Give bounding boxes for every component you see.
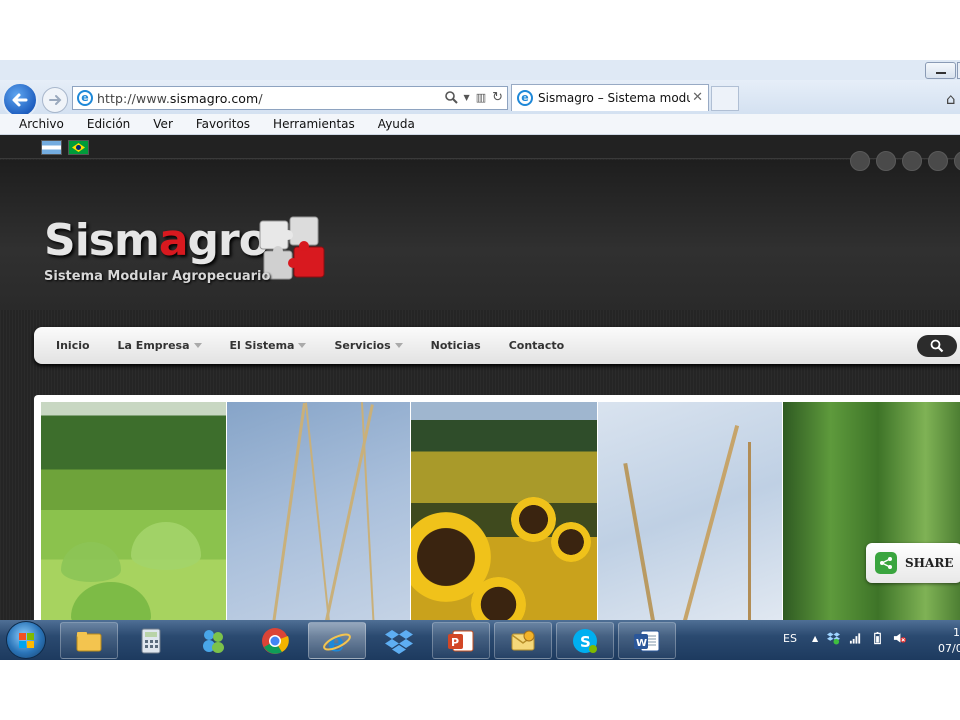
share-icon — [875, 552, 897, 574]
rss-icon[interactable] — [954, 151, 960, 171]
url-text[interactable]: http://www.sismagro.com/ — [97, 91, 263, 106]
chevron-down-icon — [394, 343, 403, 348]
wheat-stalks-image — [227, 402, 410, 620]
start-button[interactable] — [6, 621, 46, 659]
nav-el-sistema[interactable]: El Sistema — [230, 339, 307, 352]
address-bar[interactable]: e http://www.sismagro.com/ ▼ ▥ ↻ — [72, 86, 508, 110]
web-page: Sismagro Sistema Modular Agropecuario In… — [0, 135, 960, 620]
logo-subtitle: Sistema Modular Agropecuario — [44, 269, 271, 284]
nav-servicios[interactable]: Servicios — [334, 339, 403, 352]
logo-wordmark: Sismagro — [44, 215, 269, 266]
menu-ayuda[interactable]: Ayuda — [378, 117, 415, 131]
battery-icon[interactable] — [871, 631, 884, 645]
chrome-icon — [262, 627, 289, 654]
taskbar-internet-explorer[interactable]: e — [308, 622, 366, 659]
internet-explorer-icon: e — [323, 628, 351, 655]
menu-bar: Archivo Edición Ver Favoritos Herramient… — [0, 114, 960, 135]
compatibility-view-icon[interactable]: ▥ — [476, 91, 486, 104]
taskbar-chrome[interactable] — [246, 622, 304, 659]
powerpoint-icon: P — [448, 630, 474, 651]
main-navigation: Inicio La Empresa El Sistema Servicios N… — [34, 327, 960, 364]
taskbar-dropbox[interactable] — [370, 622, 428, 659]
taskbar-outlook[interactable] — [494, 622, 552, 659]
ie-page-icon: e — [77, 90, 93, 106]
sunflower-field-image — [411, 402, 597, 620]
refresh-icon[interactable]: ↻ — [492, 90, 503, 105]
nav-contacto[interactable]: Contacto — [509, 339, 564, 352]
folder-icon — [76, 631, 102, 651]
menu-favoritos[interactable]: Favoritos — [196, 117, 250, 131]
dropbox-icon — [385, 629, 413, 654]
site-logo[interactable]: Sismagro Sistema Modular Agropecuario — [44, 215, 344, 295]
clock-date: 07/0 — [938, 642, 960, 655]
menu-ver[interactable]: Ver — [153, 117, 173, 131]
argentina-flag-icon[interactable] — [41, 140, 62, 155]
linkedin-icon[interactable] — [850, 151, 870, 171]
tray-clock[interactable]: 1 07/0 — [938, 625, 960, 657]
chevron-down-icon — [298, 343, 307, 348]
screen: e http://www.sismagro.com/ ▼ ▥ ↻ e Sisma… — [0, 60, 960, 660]
corn-field-image — [783, 402, 960, 620]
image-slider[interactable] — [34, 395, 960, 620]
back-button[interactable] — [2, 82, 38, 118]
address-tools: ▼ ▥ ↻ — [444, 90, 503, 105]
taskbar-file-explorer[interactable] — [60, 622, 118, 659]
nav-noticias[interactable]: Noticias — [431, 339, 481, 352]
new-tab-button[interactable] — [711, 86, 739, 111]
browser-tab[interactable]: e Sismagro – Sistema modul... ✕ — [511, 84, 709, 111]
svg-text:P: P — [451, 636, 459, 649]
dry-plants-image — [598, 402, 782, 620]
site-search-button[interactable] — [917, 335, 957, 357]
google-plus-icon[interactable] — [902, 151, 922, 171]
taskbar-word[interactable]: W — [618, 622, 676, 659]
windows-logo-icon — [19, 633, 34, 648]
facebook-icon[interactable] — [876, 151, 896, 171]
svg-text:W: W — [636, 638, 647, 649]
network-signal-icon[interactable] — [849, 631, 862, 645]
forward-arrow-icon — [49, 95, 62, 105]
system-tray: ▲ — [812, 631, 907, 645]
ie-tab-icon: e — [517, 90, 533, 106]
forward-button[interactable] — [42, 87, 68, 113]
tab-title: Sismagro – Sistema modul... — [538, 91, 690, 105]
taskbar-skype[interactable]: S — [556, 622, 614, 659]
messenger-icon — [203, 629, 224, 653]
search-icon[interactable] — [444, 91, 458, 104]
calculator-icon — [141, 628, 161, 653]
language-bar — [0, 135, 960, 159]
skype-icon: S — [573, 628, 597, 653]
outlook-icon — [511, 630, 535, 650]
twitter-icon[interactable] — [928, 151, 948, 171]
show-hidden-icons-icon[interactable]: ▲ — [812, 634, 818, 643]
taskbar-calculator[interactable] — [122, 622, 180, 659]
taskbar: e P S W ES ▲ 1 07/0 — [0, 620, 960, 660]
dropdown-arrow-icon[interactable]: ▼ — [464, 93, 470, 102]
word-icon: W — [634, 630, 660, 651]
taskbar-powerpoint[interactable]: P — [432, 622, 490, 659]
social-icons — [850, 151, 960, 171]
home-icon[interactable]: ⌂ — [946, 90, 956, 108]
dropbox-tray-icon[interactable] — [827, 631, 841, 645]
share-label: SHARE — [905, 556, 954, 570]
nav-inicio[interactable]: Inicio — [56, 339, 90, 352]
chevron-down-icon — [193, 343, 202, 348]
brazil-flag-icon[interactable] — [68, 140, 89, 155]
share-button[interactable]: SHARE — [866, 543, 960, 583]
browser-address-row: e http://www.sismagro.com/ ▼ ▥ ↻ e Sisma… — [0, 80, 960, 118]
volume-muted-icon[interactable] — [893, 631, 907, 645]
menu-archivo[interactable]: Archivo — [19, 117, 64, 131]
menu-edicion[interactable]: Edición — [87, 117, 130, 131]
close-tab-icon[interactable]: ✕ — [692, 90, 703, 105]
tray-language[interactable]: ES — [783, 632, 797, 645]
minimize-button[interactable] — [925, 62, 956, 79]
back-arrow-icon — [12, 93, 28, 107]
nav-la-empresa[interactable]: La Empresa — [118, 339, 202, 352]
svg-text:e: e — [328, 628, 345, 655]
menu-herramientas[interactable]: Herramientas — [273, 117, 355, 131]
window-controls — [925, 62, 960, 80]
taskbar-messenger[interactable] — [184, 622, 242, 659]
clock-time: 1 — [953, 626, 960, 639]
search-icon — [930, 339, 944, 353]
soybean-field-image — [41, 402, 226, 620]
